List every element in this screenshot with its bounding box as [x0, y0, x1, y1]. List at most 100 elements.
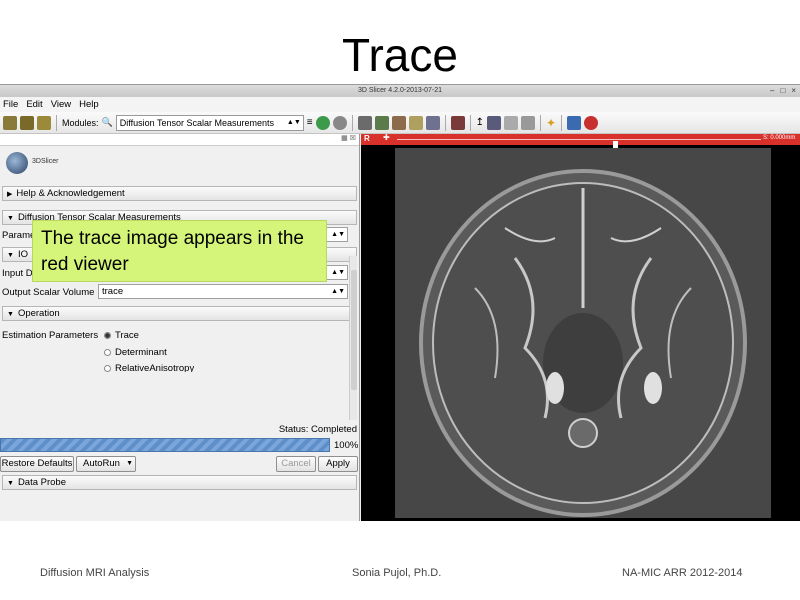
slide-title: Trace — [342, 29, 458, 81]
section-operation[interactable]: ▼ Operation — [2, 306, 357, 321]
menu-edit[interactable]: Edit — [26, 99, 42, 110]
slice-slider[interactable] — [397, 139, 761, 148]
crosshair-icon[interactable]: ↥ — [476, 117, 484, 128]
chevron-down-icon: ▲▼ — [331, 231, 345, 238]
minimize-button[interactable]: – — [770, 86, 774, 96]
radio-trace[interactable]: Trace — [104, 330, 139, 341]
panel-search-bar[interactable]: ▦ ☒ — [0, 134, 359, 146]
volume-icon[interactable] — [357, 115, 372, 130]
toolbar-separator — [561, 114, 563, 131]
ventricle-left — [546, 372, 564, 404]
status-text: Status: Completed — [278, 424, 357, 435]
slicer-logo-icon — [6, 152, 28, 174]
panel-dock-icon[interactable]: ▦ ☒ — [341, 134, 356, 142]
chevron-down-icon[interactable]: ▼ — [126, 457, 133, 471]
slice-slider-thumb[interactable] — [613, 141, 618, 148]
zoom-icon[interactable] — [520, 115, 535, 130]
parameter-combo[interactable]: ▲▼ — [324, 227, 348, 242]
collapse-arrow-icon: ▼ — [7, 311, 14, 318]
collapse-arrow-icon: ▼ — [7, 215, 14, 222]
callout-note: The trace image appears in the red viewe… — [32, 220, 327, 282]
save-icon[interactable] — [37, 115, 51, 130]
menu-view[interactable]: View — [51, 99, 71, 110]
module-search-icon[interactable]: 🔍 — [102, 117, 113, 128]
section-operation-label: Operation — [17, 308, 60, 319]
chevron-down-icon: ▲▼ — [286, 118, 301, 126]
output-volume-combo[interactable]: trace ▲▼ — [98, 284, 348, 299]
modules-combo[interactable]: Diffusion Tensor Scalar Measurements ▲▼ — [115, 114, 304, 131]
section-data-probe[interactable]: ▼ Data Probe — [2, 475, 357, 490]
toolbar-separator — [351, 114, 353, 131]
red-slice-viewer[interactable]: R ✚ S: 0.000mm — [361, 133, 800, 521]
transforms-icon[interactable] — [391, 115, 406, 130]
pan-icon[interactable] — [503, 115, 518, 130]
error-log-icon[interactable] — [584, 115, 599, 130]
window-title: 3D Slicer 4.2.0-2013-07-21 — [357, 87, 443, 94]
trace-image — [395, 148, 771, 518]
menu-bar: File Edit View Help — [0, 97, 800, 112]
section-data-probe-label: Data Probe — [17, 477, 66, 488]
toolbar-separator — [56, 114, 57, 131]
estimation-label: Estimation Parameters — [2, 330, 99, 341]
radio-determinant[interactable]: Determinant — [104, 347, 167, 358]
maximize-button[interactable]: □ — [780, 86, 785, 96]
apply-button[interactable]: Apply — [318, 456, 358, 472]
footer-center: Sonia Pujol, Ph.D. — [352, 567, 442, 579]
load-data-icon[interactable] — [3, 115, 17, 130]
fiducial-icon[interactable]: ✦ — [546, 116, 556, 130]
collapse-arrow-icon: ▼ — [7, 480, 14, 487]
editor-icon[interactable] — [408, 115, 423, 130]
radio-trace-label: Trace — [115, 330, 139, 341]
radio-relative-anisotropy-label: RelativeAnisotropy — [115, 364, 195, 372]
toolbar-separator — [444, 114, 446, 131]
module-history-icon[interactable]: ≡ — [307, 117, 313, 128]
progress-bar — [0, 438, 330, 452]
data-icon[interactable] — [425, 115, 440, 130]
toolbar-separator — [539, 114, 541, 131]
autorun-button[interactable]: AutoRun ▼ — [76, 456, 136, 472]
cerebellum — [568, 418, 598, 448]
slice-offset: S: 0.000mm — [763, 135, 796, 141]
slicer-window: 3D Slicer 4.2.0-2013-07-21 – □ × File Ed… — [0, 84, 800, 521]
section-help-label: Help & Acknowledgement — [16, 188, 125, 199]
module-panel: ▦ ☒ 3DSlicer ▶ Help & Acknowledgement ▼ Di… — [0, 134, 360, 521]
layout-icon[interactable] — [450, 115, 465, 130]
viewer-label: R — [364, 134, 370, 143]
chevron-down-icon: ▲▼ — [331, 288, 345, 295]
panel-scrollbar[interactable] — [349, 256, 357, 420]
window-titlebar: 3D Slicer 4.2.0-2013-07-21 – □ × — [0, 85, 800, 97]
section-io-label: IO — [17, 249, 28, 260]
viewer-controller-bar: R ✚ S: 0.000mm — [361, 133, 800, 148]
footer-right: NA-MIC ARR 2012-2014 — [622, 567, 743, 579]
modules-combo-value: Diffusion Tensor Scalar Measurements — [119, 117, 274, 128]
back-icon[interactable] — [315, 115, 330, 130]
forward-icon[interactable] — [332, 115, 347, 130]
extensions-icon[interactable] — [567, 115, 582, 130]
screenshot-icon[interactable] — [486, 115, 501, 130]
restore-defaults-button[interactable]: Restore Defaults — [0, 456, 74, 472]
close-button[interactable]: × — [791, 86, 796, 96]
toolbar-separator — [469, 114, 471, 131]
radio-relative-anisotropy[interactable]: RelativeAnisotropy — [104, 364, 194, 372]
output-label: Output Scalar Volume — [2, 287, 95, 298]
ventricle-right — [644, 372, 662, 404]
pin-icon[interactable]: ✚ — [383, 133, 390, 142]
load-dicom-icon[interactable] — [20, 115, 34, 130]
expand-arrow-icon: ▶ — [7, 191, 13, 198]
input-label: Input D — [2, 268, 33, 279]
radio-determinant-label: Determinant — [115, 347, 167, 358]
cancel-button[interactable]: Cancel — [276, 456, 316, 472]
collapse-arrow-icon: ▼ — [7, 252, 14, 259]
input-combo[interactable]: ▲▼ — [324, 265, 348, 280]
slicer-logo-text: 3DSlicer — [32, 158, 59, 165]
chevron-down-icon: ▲▼ — [331, 269, 345, 276]
radio-unselected-icon — [104, 349, 111, 356]
radio-unselected-icon — [104, 364, 111, 372]
menu-file[interactable]: File — [3, 99, 18, 110]
toolbar: Modules: 🔍 Diffusion Tensor Scalar Measu… — [0, 112, 800, 134]
menu-help[interactable]: Help — [79, 99, 99, 110]
autorun-label: AutoRun — [83, 458, 120, 469]
scrollbar-thumb[interactable] — [351, 270, 357, 390]
section-help[interactable]: ▶ Help & Acknowledgement — [2, 186, 357, 201]
models-icon[interactable] — [374, 115, 389, 130]
